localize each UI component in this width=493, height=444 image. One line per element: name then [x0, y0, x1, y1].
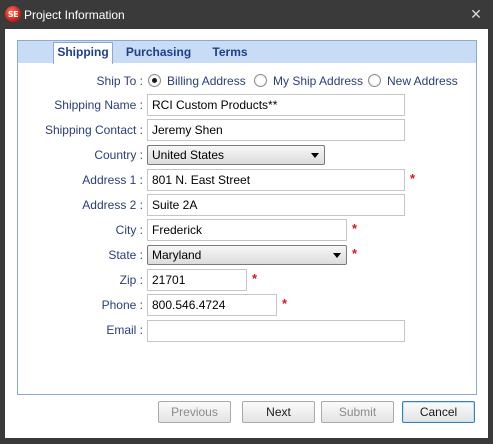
tab-terms[interactable]: Terms [204, 43, 256, 63]
address1-input[interactable]: 801 N. East Street [147, 169, 405, 191]
state-label: State : [108, 248, 143, 262]
country-label: Country : [94, 148, 143, 162]
state-select-value: Maryland [152, 248, 202, 262]
close-icon[interactable]: ✕ [469, 7, 483, 21]
radio-my-ship-address-label[interactable]: My Ship Address [273, 74, 363, 88]
project-information-window: SE Project Information ✕ Shipping Purcha… [0, 0, 493, 444]
phone-required-marker: * [282, 296, 288, 311]
chevron-down-icon [311, 153, 319, 158]
city-label: City : [115, 223, 143, 237]
radio-new-address[interactable] [368, 74, 381, 87]
ship-to-label: Ship To : [96, 74, 143, 88]
tab-strip: Shipping Purchasing Terms [18, 41, 476, 64]
state-select[interactable]: Maryland [147, 245, 347, 265]
address1-required-marker: * [410, 171, 416, 186]
title-bar: SE Project Information ✕ [0, 0, 493, 30]
email-label: Email : [106, 323, 143, 337]
address1-label: Address 1 : [82, 173, 143, 187]
shipping-name-input[interactable]: RCI Custom Products** [147, 94, 405, 116]
address2-input[interactable]: Suite 2A [147, 194, 405, 216]
chevron-down-icon [333, 253, 341, 258]
radio-billing-address[interactable] [148, 74, 161, 87]
form-panel: Shipping Purchasing Terms Ship To : Bill… [17, 40, 477, 395]
shipping-contact-label: Shipping Contact : [44, 123, 143, 137]
country-select-value: United States [152, 148, 225, 162]
zip-required-marker: * [252, 271, 258, 286]
phone-label: Phone : [101, 298, 143, 312]
country-select[interactable]: United States [147, 145, 325, 165]
phone-input[interactable]: 800.546.4724 [147, 294, 277, 316]
city-input[interactable]: Frederick [147, 219, 347, 241]
shipping-contact-input[interactable]: Jeremy Shen [147, 119, 405, 141]
tab-purchasing[interactable]: Purchasing [121, 43, 196, 63]
city-required-marker: * [352, 221, 358, 236]
next-button[interactable]: Next [242, 401, 315, 423]
dialog-body: Shipping Purchasing Terms Ship To : Bill… [5, 29, 488, 438]
zip-input[interactable]: 21701 [147, 269, 247, 291]
submit-button[interactable]: Submit [321, 401, 394, 423]
app-logo-icon: SE [5, 6, 21, 22]
shipping-name-label: Shipping Name : [54, 98, 143, 112]
radio-my-ship-address[interactable] [254, 74, 267, 87]
state-required-marker: * [352, 246, 358, 261]
zip-label: Zip : [119, 273, 143, 287]
cancel-button[interactable]: Cancel [402, 401, 475, 423]
previous-button[interactable]: Previous [158, 401, 231, 423]
radio-new-address-label[interactable]: New Address [387, 74, 458, 88]
address2-label: Address 2 : [82, 198, 143, 212]
window-title: Project Information [24, 8, 125, 22]
tab-shipping[interactable]: Shipping [53, 42, 113, 64]
radio-billing-address-label[interactable]: Billing Address [167, 74, 246, 88]
email-input[interactable] [147, 320, 405, 342]
